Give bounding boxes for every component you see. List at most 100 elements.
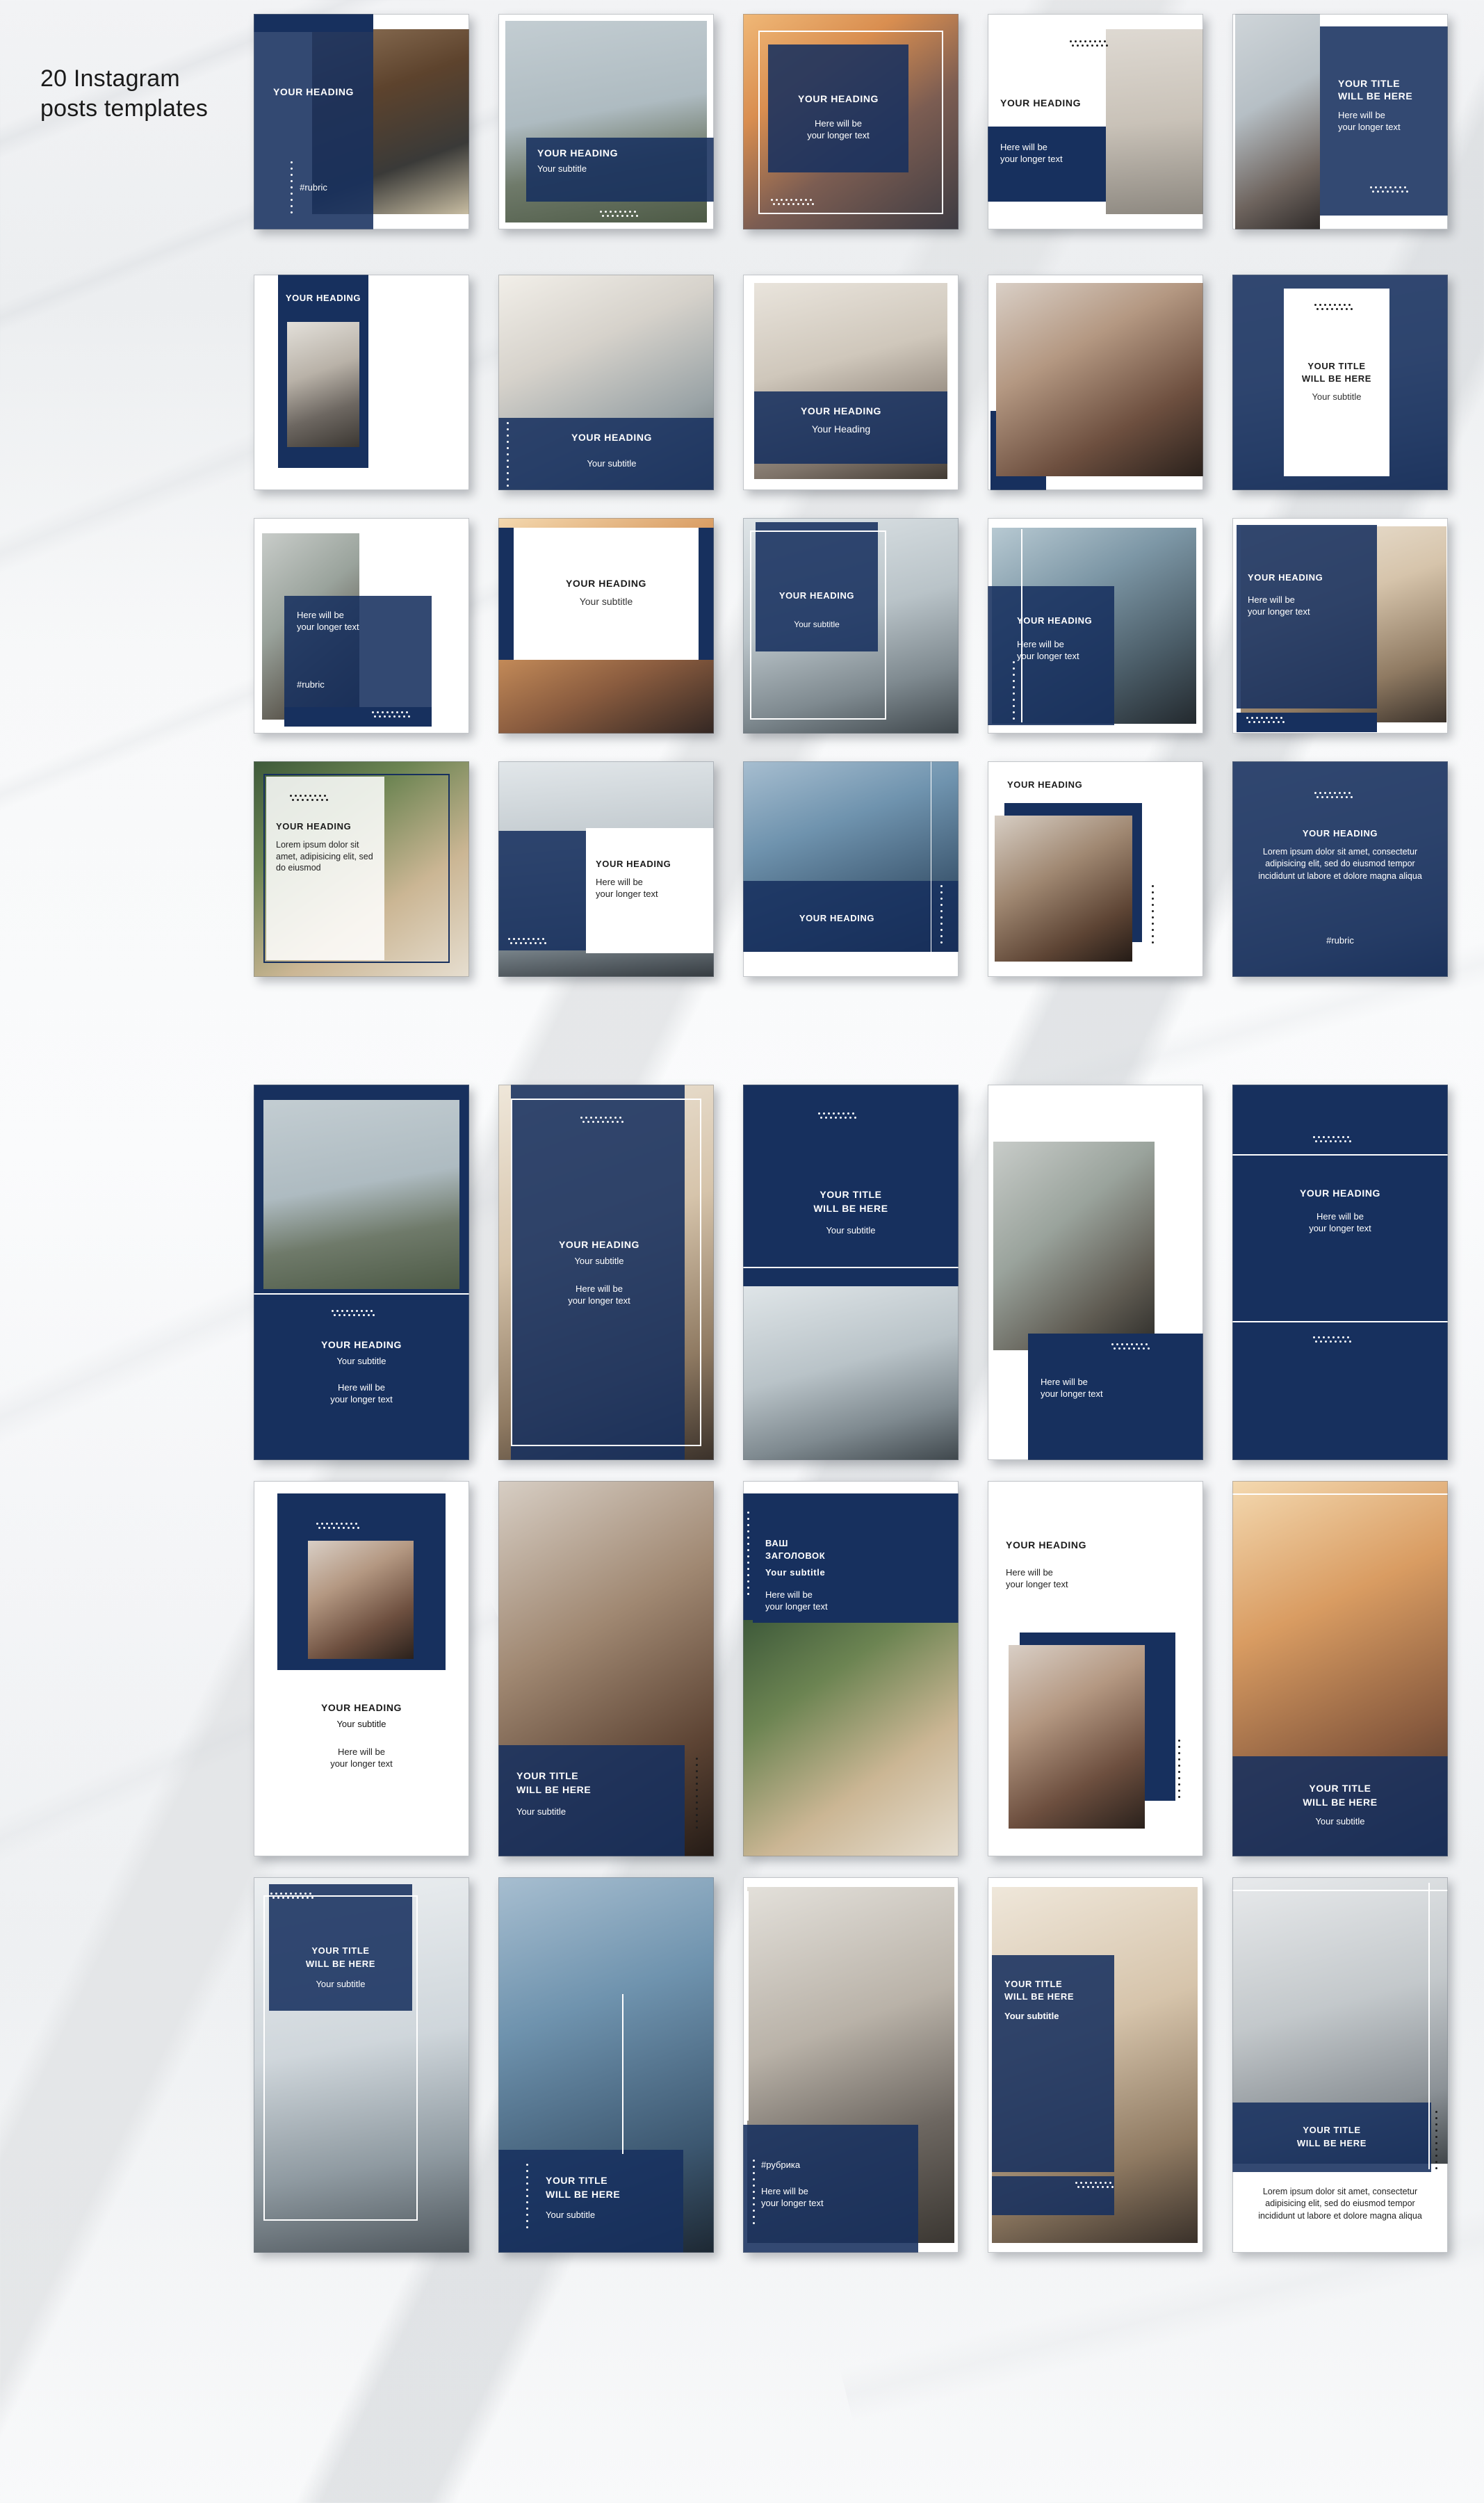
post-card[interactable]: YOUR HEADING Your Heading	[743, 275, 959, 490]
post-longer-b: your longer text	[1000, 154, 1063, 164]
story-photo	[1009, 1645, 1145, 1829]
post-card[interactable]	[988, 275, 1203, 490]
post-navy-panel	[498, 831, 586, 950]
story-heading: YOUR HEADING	[558, 1239, 640, 1250]
story-title-a: YOUR TITLE	[546, 2175, 608, 2186]
story-subtitle: Your subtitle	[336, 1356, 386, 1366]
story-card[interactable]: YOUR HEADING Here will be your longer text	[1232, 1085, 1448, 1460]
story-subtitle: Your subtitle	[516, 1806, 566, 1817]
story-card[interactable]: YOUR HEADING Your subtitle Here will be you…	[254, 1085, 469, 1460]
story-lorem: Lorem ipsum dolor sit amet, consectetur …	[1258, 2187, 1422, 2221]
story-card[interactable]: YOUR HEADING Here will be your longer text	[988, 1481, 1203, 1856]
post-lorem: Lorem ipsum dolor sit amet, adipisicing …	[276, 840, 373, 873]
story-longer-a: Here will be	[338, 1382, 385, 1393]
story-title-b: WILL BE HERE	[305, 1959, 376, 1969]
post-heading: YOUR HEADING	[272, 86, 354, 97]
story-rule	[1232, 1493, 1448, 1495]
story-rule	[1232, 1890, 1448, 1891]
post-card[interactable]: YOUR HEADING Your subtitle	[743, 518, 959, 734]
story-white-frame	[511, 1099, 701, 1446]
post-heading: YOUR HEADING	[565, 578, 647, 589]
post-card[interactable]: YOUR HEADING Here will be your longer text	[988, 14, 1203, 229]
story-longer-a: Here will be	[1316, 1211, 1364, 1222]
post-subtitle: Your subtitle	[1312, 391, 1362, 402]
story-longer-a: Here will be	[761, 2186, 808, 2196]
story-longer-a: Here will be	[1006, 1567, 1053, 1578]
story-photo	[743, 1620, 959, 1856]
story-card[interactable]: YOUR HEADING Your subtitle Here will be you…	[254, 1481, 469, 1856]
story-title-a: YOUR TITLE	[820, 1189, 882, 1200]
post-heading: YOUR HEADING	[1007, 779, 1083, 790]
story-white-line	[747, 1891, 749, 2121]
post-white-card	[514, 528, 699, 660]
page-title-line-1: 20 Instagram	[40, 65, 180, 92]
story-longer-a: Here will be	[765, 1589, 813, 1600]
story-navy-band	[1232, 2103, 1431, 2172]
post-card[interactable]: YOUR HEADING Your subtitle	[498, 14, 714, 229]
post-subheading: Your Heading	[811, 423, 871, 435]
story-card[interactable]: YOUR TITLE WILL BE HERE Your subtitle	[988, 1877, 1203, 2253]
story-longer-b: your longer text	[1006, 1579, 1068, 1589]
story-subtitle: Your subtitle	[336, 1719, 386, 1729]
story-subtitle: Your subtitle	[546, 2210, 596, 2220]
post-title-a: YOUR TITLE	[1338, 78, 1401, 89]
story-card[interactable]: YOUR TITLE WILL BE HERE Your subtitle	[1232, 1481, 1448, 1856]
post-heading: YOUR HEADING	[1000, 97, 1082, 108]
post-longer-a: Here will be	[1017, 639, 1064, 649]
story-card[interactable]: YOUR HEADING Your subtitle Here will be you…	[498, 1085, 714, 1460]
post-card[interactable]: YOUR TITLE WILL BE HERE Your subtitle	[1232, 275, 1448, 490]
story-card[interactable]: Here will be your longer text	[988, 1085, 1203, 1460]
story-rule-bottom	[1232, 1321, 1448, 1322]
post-longer-a: Here will be	[1248, 594, 1295, 605]
post-title-b: WILL BE HERE	[1338, 90, 1413, 102]
story-card[interactable]: YOUR TITLE WILL BE HERE Your subtitle	[498, 1877, 714, 2253]
post-white-line	[1021, 529, 1024, 722]
post-longer-b: your longer text	[807, 130, 870, 140]
post-longer-a: Here will be	[1338, 110, 1385, 120]
post-card[interactable]: YOUR HEADING #rubric	[254, 14, 469, 229]
post-navy-band	[498, 418, 714, 490]
story-card[interactable]: YOUR TITLE WILL BE HERE Lorem ipsum dolor …	[1232, 1877, 1448, 2253]
story-subtitle: Your subtitle	[1004, 2011, 1059, 2021]
story-title-a: YOUR TITLE	[1309, 1783, 1371, 1794]
story-white-frame	[263, 1895, 418, 2221]
story-longer-b: your longer text	[765, 1601, 828, 1612]
story-card[interactable]: #рубрика Here will be your longer text	[743, 1877, 959, 2253]
story-title-a: YOUR TITLE	[1303, 2125, 1361, 2135]
post-card[interactable]: YOUR HEADING	[988, 761, 1203, 977]
story-card[interactable]: YOUR TITLE WILL BE HERE Your subtitle	[743, 1085, 959, 1460]
post-card[interactable]: YOUR HEADING Lorem ipsum dolor sit amet, …	[1232, 761, 1448, 977]
story-card[interactable]: YOUR TITLE WILL BE HERE Your subtitle	[254, 1877, 469, 2253]
post-card[interactable]: YOUR HEADING Here will be your longer text	[498, 761, 714, 977]
post-card[interactable]: YOUR HEADING Lorem ipsum dolor sit amet, …	[254, 761, 469, 977]
story-card[interactable]: ВАШ ЗАГОЛОВОК Your subtitle Here will be you…	[743, 1481, 959, 1856]
post-subtitle: Your subtitle	[579, 596, 633, 607]
post-longer-b: your longer text	[297, 622, 359, 632]
post-card[interactable]: YOUR HEADING Here will be your longer text	[988, 518, 1203, 734]
post-card[interactable]: YOUR HEADING Here will be your longer text	[1232, 518, 1448, 734]
story-title-b: WILL BE HERE	[1004, 1991, 1075, 2002]
page-title: 20 Instagram posts templates	[40, 64, 249, 123]
story-subtitle: Your subtitle	[316, 1979, 366, 1989]
post-card[interactable]: YOUR HEADING	[743, 761, 959, 977]
post-card[interactable]: YOUR HEADING Your subtitle	[498, 518, 714, 734]
post-longer-b: your longer text	[1248, 606, 1310, 617]
post-subtitle: Your subtitle	[537, 163, 587, 174]
story-subtitle: Your subtitle	[765, 1567, 826, 1578]
story-title-b: WILL BE HERE	[1296, 2138, 1367, 2148]
post-heading: YOUR HEADING	[778, 590, 855, 601]
story-photo	[263, 1100, 459, 1289]
post-card[interactable]: Here will be your longer text #rubric	[254, 518, 469, 734]
post-heading: YOUR HEADING	[537, 147, 619, 159]
post-card[interactable]: YOUR HEADING	[254, 275, 469, 490]
story-rule-top	[1232, 1154, 1448, 1156]
post-title-b: WILL BE HERE	[1301, 373, 1372, 384]
page-title-line-2: posts templates	[40, 95, 209, 122]
story-heading: YOUR HEADING	[1006, 1539, 1087, 1550]
post-heading: YOUR HEADING	[800, 405, 882, 416]
post-card[interactable]: YOUR TITLE WILL BE HERE Here will be your l…	[1232, 14, 1448, 229]
story-card[interactable]: YOUR TITLE WILL BE HERE Your subtitle	[498, 1481, 714, 1856]
story-longer-b: your longer text	[330, 1394, 393, 1404]
post-card[interactable]: YOUR HEADING Your subtitle	[498, 275, 714, 490]
post-card[interactable]: YOUR HEADING Here will be your longer text	[743, 14, 959, 229]
